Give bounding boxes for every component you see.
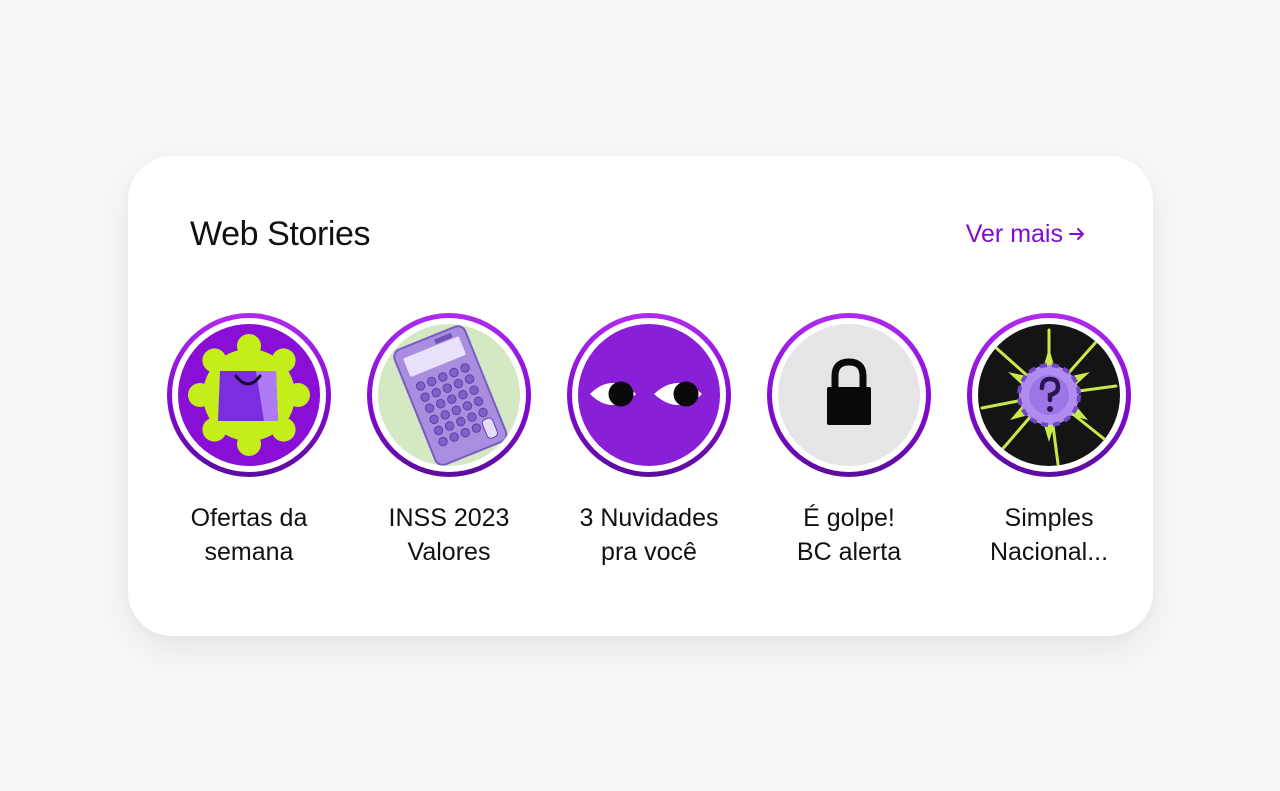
see-more-link[interactable]: Ver mais [966,215,1087,253]
story-e-golpe[interactable]: É golpe! BC alerta [749,313,949,569]
story-label-line2: semana [204,538,294,566]
web-stories-card: Web Stories Ver mais Ofertas da semana I… [128,156,1153,636]
story-simples-nacional[interactable]: Simples Nacional... [949,313,1149,569]
story-label-line1: INSS 2023 [388,504,510,532]
story-ring [767,313,931,477]
story-label: 3 Nuvidades pra você [549,501,749,569]
story-label-line1: Ofertas da [190,504,308,532]
padlock-icon [778,324,920,466]
story-label: Ofertas da semana [149,501,349,569]
story-ring [967,313,1131,477]
arrow-right-icon [1067,224,1087,244]
story-label: É golpe! BC alerta [749,501,949,569]
story-label: INSS 2023 Valores [349,501,549,569]
calculator-icon [378,324,520,466]
story-ring [167,313,331,477]
story-label-line1: É golpe! [803,504,895,532]
story-ofertas-da-semana[interactable]: Ofertas da semana [149,313,349,569]
story-label-line2: Valores [407,538,491,566]
story-3-nuvidades[interactable]: 3 Nuvidades pra você [549,313,749,569]
story-ring [567,313,731,477]
story-label-line2: Nacional... [989,538,1109,566]
story-label-line2: BC alerta [796,538,902,566]
story-ring [367,313,531,477]
story-label-line2: pra você [601,538,697,566]
story-label-line1: Simples [1004,504,1094,532]
shopping-bag-icon [178,324,320,466]
section-title: Web Stories [190,215,371,253]
story-label-line1: 3 Nuvidades [579,504,719,532]
story-label: Simples Nacional... [949,501,1149,569]
question-coin-icon [978,324,1120,466]
eyes-icon [578,324,720,466]
story-inss-2023[interactable]: INSS 2023 Valores [349,313,549,569]
see-more-label: Ver mais [965,220,1063,248]
